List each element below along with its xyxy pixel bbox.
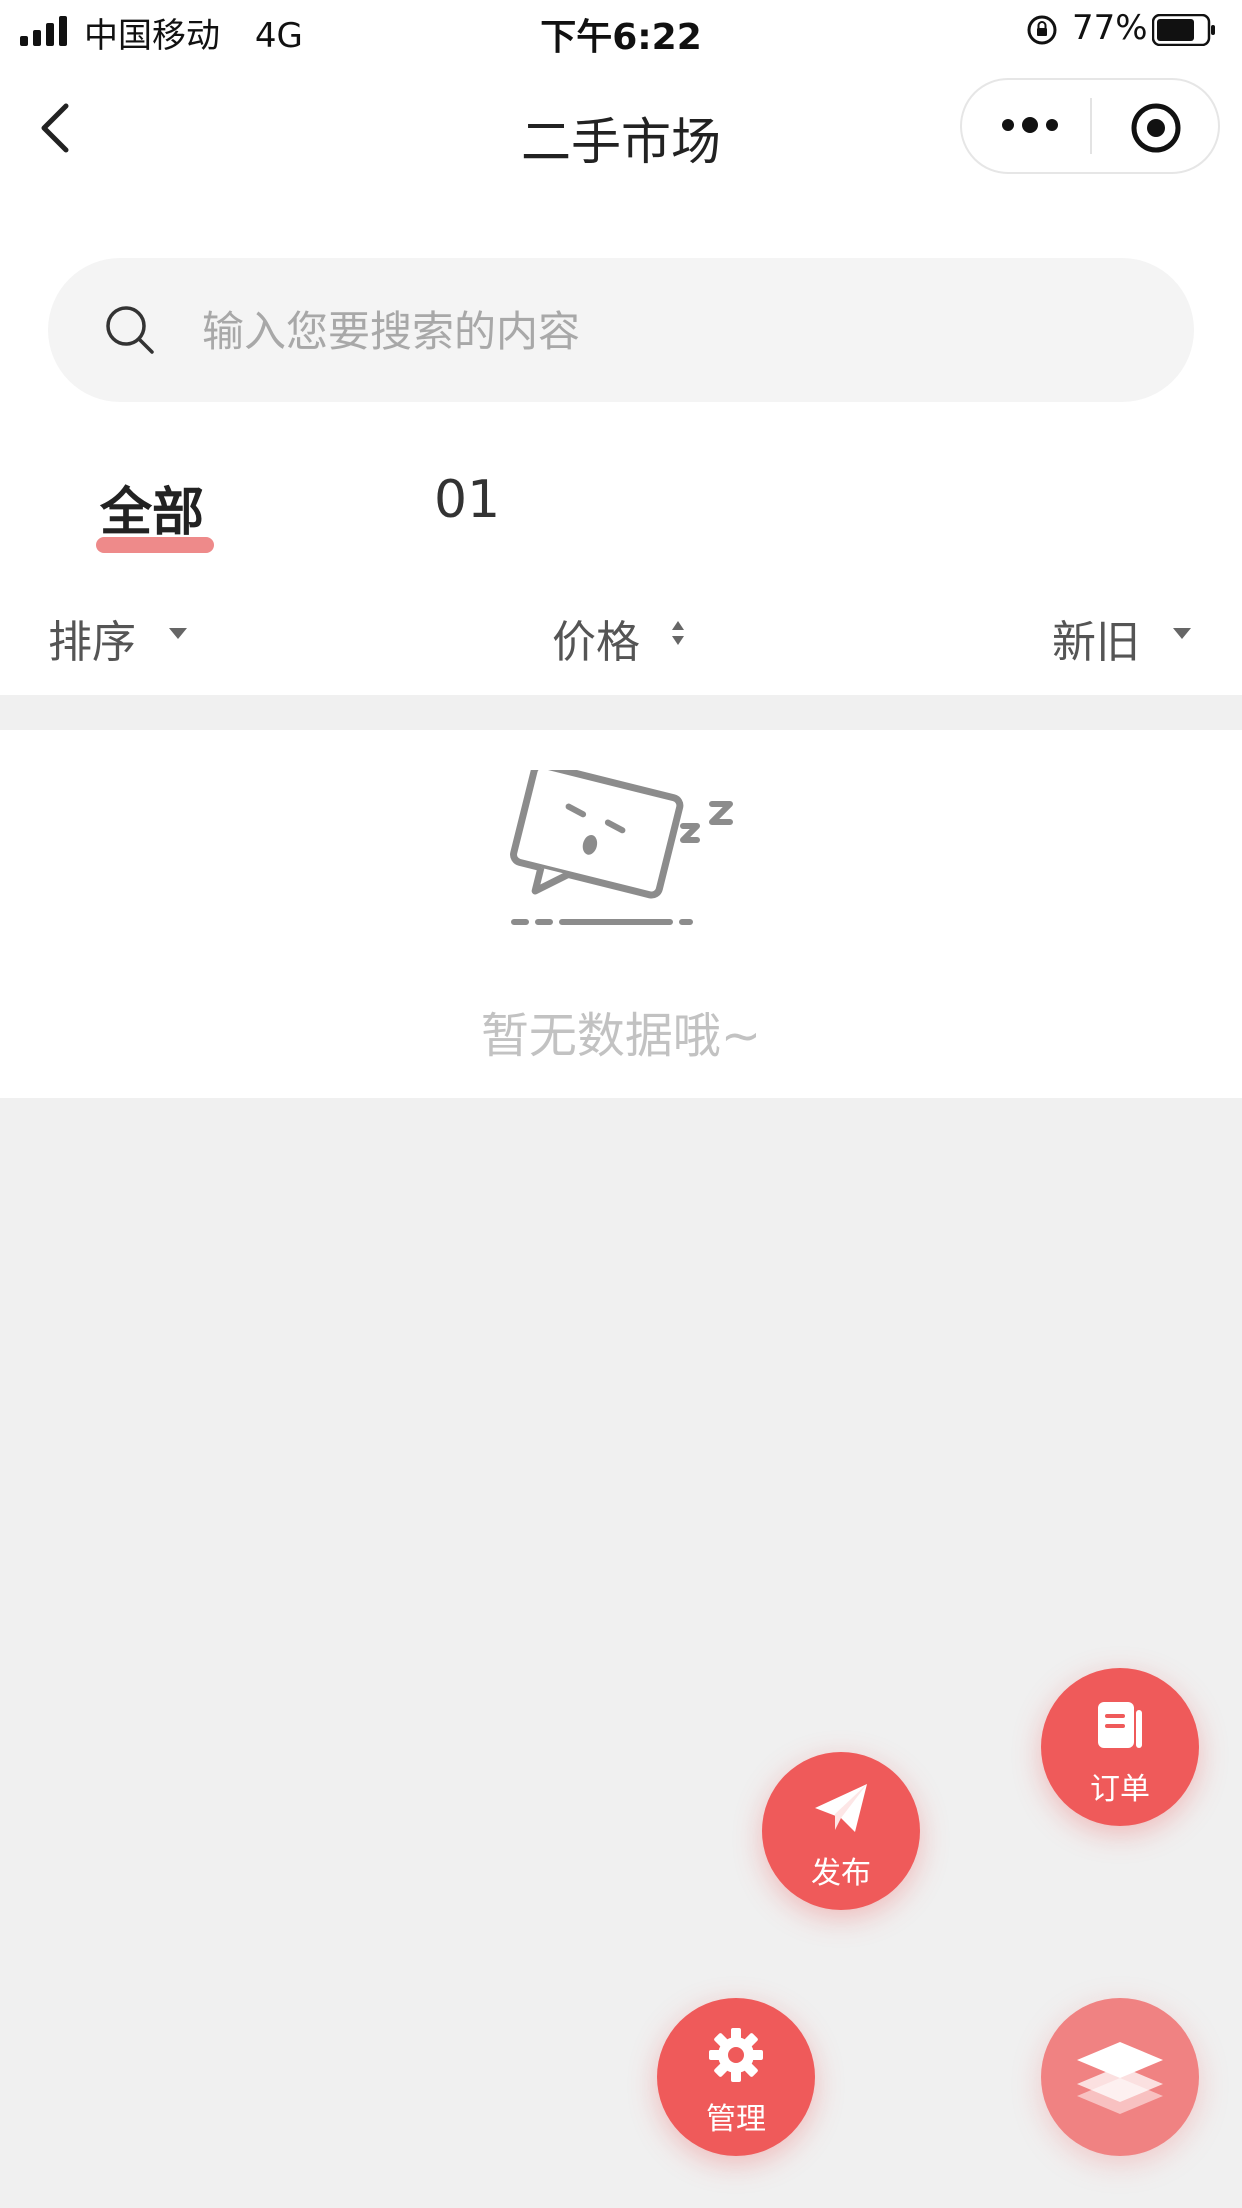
search-input[interactable]	[200, 292, 1104, 370]
tab-01[interactable]: 01	[434, 470, 500, 530]
more-icon[interactable]	[1000, 113, 1060, 137]
sleeping-box-icon	[510, 770, 733, 925]
filter-sort-label: 排序	[48, 617, 136, 668]
tab-active-indicator	[96, 537, 214, 553]
manage-label: 管理	[706, 2102, 766, 2137]
caret-down-icon	[169, 628, 187, 639]
battery-icon	[1152, 14, 1215, 46]
publish-button[interactable]: 发布	[762, 1752, 920, 1910]
empty-message: 暂无数据哦~	[480, 1008, 762, 1064]
status-bar: 中国移动 4G 下午6:22 77%	[0, 0, 1242, 60]
mini-program-capsule	[960, 78, 1220, 174]
filter-condition[interactable]: 新旧	[1052, 606, 1191, 670]
search-bar[interactable]	[48, 258, 1194, 402]
document-icon	[1098, 1702, 1142, 1748]
empty-state: 暂无数据哦~	[0, 730, 1242, 1098]
caret-down-icon	[1173, 628, 1191, 639]
tab-all[interactable]: 全部	[100, 470, 204, 545]
filter-price[interactable]: 价格	[552, 606, 684, 670]
order-button[interactable]: 订单	[1041, 1668, 1199, 1826]
manage-button[interactable]: 管理	[657, 1998, 815, 2156]
filter-price-label: 价格	[552, 617, 640, 668]
navigation-bar: 二手市场	[0, 60, 1242, 210]
layers-icon	[1077, 2042, 1163, 2114]
battery-percent: 77%	[1072, 8, 1148, 48]
capsule-divider	[1090, 98, 1092, 154]
filter-condition-label: 新旧	[1052, 617, 1140, 668]
publish-label: 发布	[811, 1856, 871, 1891]
paper-plane-icon	[815, 1784, 867, 1832]
order-label: 订单	[1090, 1772, 1150, 1807]
gear-icon	[709, 2028, 763, 2082]
sort-updown-icon	[672, 621, 684, 645]
toggle-menu-button[interactable]	[1041, 1998, 1199, 2156]
rotation-lock-icon	[1027, 15, 1057, 45]
filter-sort[interactable]: 排序	[48, 606, 187, 670]
target-icon[interactable]	[1130, 102, 1182, 154]
search-icon	[106, 306, 154, 354]
